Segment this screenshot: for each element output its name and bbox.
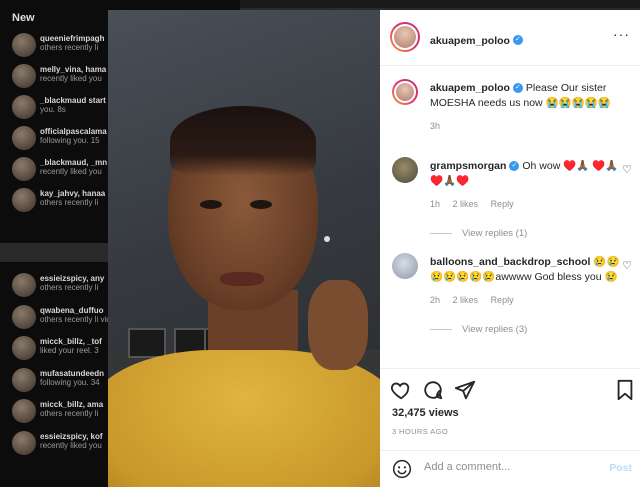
header-user: akuapem_poloo ✓ <box>430 31 523 49</box>
comment-body: grampsmorgan ✓ Oh wow ♥️🙏🏾 ♥️🙏🏾♥️🙏🏾♥️ 1h … <box>430 159 620 241</box>
comment-likes[interactable]: 2 likes <box>453 295 479 305</box>
comments-list[interactable]: akuapem_poloo ✓ Please Our sister MOESHA … <box>380 67 640 367</box>
avatar <box>12 430 36 455</box>
post-panel: akuapem_poloo ✓ ··· akuapem_poloo ✓ Please… <box>380 10 640 487</box>
comment-body: balloons_and_backdrop_school 😢😢😢😢😢😢😢awww… <box>430 255 620 337</box>
caption-avatar[interactable] <box>392 79 418 105</box>
avatar <box>12 157 36 181</box>
reply-button[interactable]: Reply <box>491 199 514 209</box>
person-hair <box>170 106 316 176</box>
wall-frame <box>128 328 166 358</box>
avatar <box>12 33 36 57</box>
verified-badge-icon: ✓ <box>509 161 520 172</box>
comment-avatar[interactable] <box>392 253 418 279</box>
comment-bubble-icon[interactable] <box>422 379 444 401</box>
view-replies-label: View replies (3) <box>462 324 528 335</box>
comment-likes[interactable]: 2 likes <box>453 199 479 209</box>
person-earring <box>324 236 330 242</box>
caption-time: 3h <box>430 121 441 131</box>
verified-badge-icon: ✓ <box>512 34 523 45</box>
comment-like-heart-icon[interactable]: ♡ <box>622 163 632 176</box>
avatar-image <box>392 24 418 50</box>
views-count[interactable]: 32,475 views <box>392 407 459 419</box>
comment-time: 1h <box>430 199 441 209</box>
view-replies-button[interactable]: View replies (3) <box>430 322 620 337</box>
avatar <box>12 367 36 392</box>
more-options-icon[interactable]: ··· <box>613 26 630 42</box>
post-video[interactable] <box>108 10 380 487</box>
add-comment-bar: Post <box>380 450 640 487</box>
add-comment-input[interactable] <box>424 461 594 473</box>
person-eye <box>250 200 272 209</box>
like-heart-icon[interactable] <box>390 379 412 401</box>
person-eye <box>200 200 222 209</box>
caption-body: akuapem_poloo ✓ Please Our sister MOESHA … <box>430 81 620 134</box>
caption-username[interactable]: akuapem_poloo <box>430 82 510 94</box>
comment-avatar[interactable] <box>392 157 418 183</box>
username-link[interactable]: akuapem_poloo <box>430 35 510 47</box>
avatar <box>12 188 36 212</box>
background-stripe <box>240 0 640 8</box>
profile-avatar[interactable] <box>390 22 420 52</box>
share-send-icon[interactable] <box>454 379 476 401</box>
comment-like-heart-icon[interactable]: ♡ <box>622 259 632 272</box>
post-comment-button[interactable]: Post <box>609 462 632 474</box>
verified-badge-icon: ✓ <box>512 83 523 94</box>
avatar-image <box>394 81 416 103</box>
person-shirt <box>108 350 380 487</box>
reply-button[interactable]: Reply <box>491 295 514 305</box>
view-replies-button[interactable]: View replies (1) <box>430 226 620 241</box>
avatar <box>12 95 36 119</box>
replies-divider <box>430 232 452 234</box>
comment-time: 2h <box>430 295 441 305</box>
avatar <box>12 304 36 329</box>
replies-divider <box>430 328 452 330</box>
avatar <box>12 126 36 150</box>
bookmark-icon[interactable] <box>614 379 636 401</box>
avatar <box>12 399 36 423</box>
emoji-smiley-icon[interactable] <box>392 459 412 479</box>
caption-meta: 3h <box>430 119 620 134</box>
comment-meta: 2h 2 likes Reply <box>430 293 620 308</box>
post-timestamp: 3 HOURS AGO <box>392 427 449 436</box>
view-replies-label: View replies (1) <box>462 228 528 239</box>
post-header: akuapem_poloo ✓ ··· <box>380 10 640 66</box>
avatar <box>12 336 36 360</box>
avatar <box>12 273 36 297</box>
avatar <box>12 64 36 88</box>
person-mouth <box>220 272 264 286</box>
comment-username[interactable]: balloons_and_backdrop_school <box>430 256 590 268</box>
person-hand <box>308 280 368 370</box>
comment-username[interactable]: grampsmorgan <box>430 160 506 172</box>
post-actions: 32,475 views 3 HOURS AGO <box>380 368 640 458</box>
comment-meta: 1h 2 likes Reply <box>430 197 620 212</box>
